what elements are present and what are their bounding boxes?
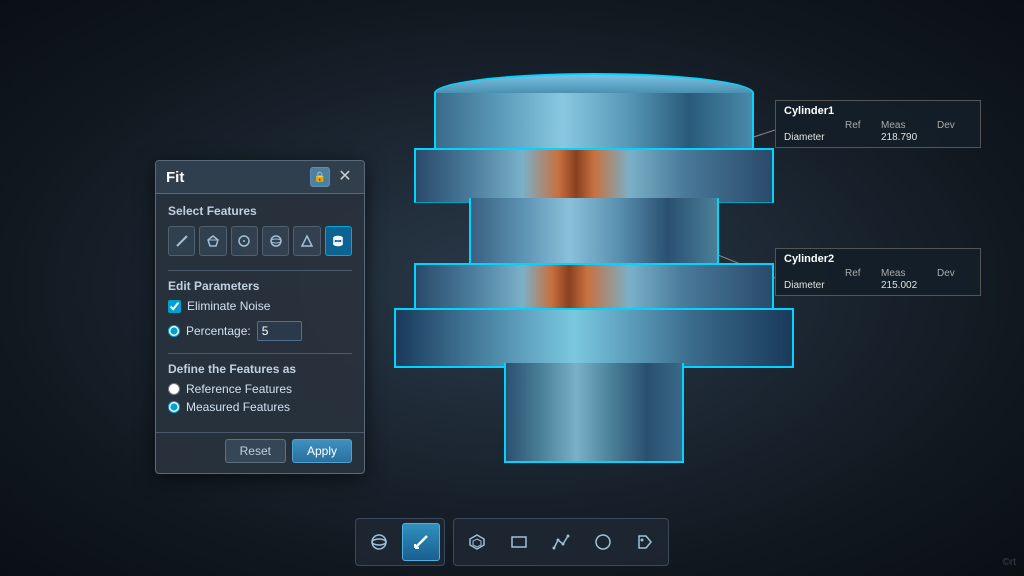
percentage-radio[interactable] [168,325,180,337]
reference-features-radio[interactable] [168,383,180,395]
3d-object [384,73,804,503]
separator1 [168,270,352,271]
bottom-toolbar [355,518,669,566]
rect-tool-btn[interactable] [500,523,538,561]
meas-value2: 215.002 [881,280,936,291]
feature-icons-row [168,226,352,256]
ref-header: Ref [845,120,880,131]
plane-feature-btn[interactable] [199,226,226,256]
toolbar-group-1 [355,518,445,566]
line-feature-btn[interactable] [168,226,195,256]
dev-header: Dev [937,120,972,131]
meas-value: 218.790 [881,132,936,143]
panel-body: Select Features Edit Parameters [156,194,364,432]
ref-header2: Ref [845,268,880,279]
annotation-cylinder1-title: Cylinder1 [784,105,972,117]
meas-header2: Meas [881,268,936,279]
ref-value2 [845,280,880,291]
cylinder-mid-flange2 [414,263,774,313]
reference-features-label: Reference Features [186,382,292,396]
dev-value [937,132,972,143]
cylinder-mid-body [469,198,719,268]
toolbar-group-2 [453,518,669,566]
annotation-cylinder2-title: Cylinder2 [784,253,972,265]
cylinder-feature-btn[interactable] [325,226,352,256]
ref-value [845,132,880,143]
cylinder-mid-flange [414,148,774,203]
lock-button[interactable]: 🔒 [310,167,330,187]
percentage-row: Percentage: [168,321,352,341]
measure-btn[interactable] [402,523,440,561]
select-features-label: Select Features [168,204,352,218]
panel-title: Fit [166,169,184,186]
percentage-label: Percentage: [186,324,251,338]
annotation-cylinder1: Cylinder1 Ref Meas Dev Diameter 218.790 [775,100,981,148]
circle-feature-btn[interactable] [231,226,258,256]
cylinder-bot-body [504,363,684,463]
edit-params-label: Edit Parameters [168,279,352,293]
panel-footer: Reset Apply [156,432,364,473]
layers-btn[interactable] [360,523,398,561]
col-empty2 [784,268,844,279]
measured-features-radio[interactable] [168,401,180,413]
dev-value2 [937,280,972,291]
diameter-label: Diameter [784,132,844,143]
close-button[interactable]: ✕ [336,168,354,186]
diameter-label2: Diameter [784,280,844,291]
measured-features-row: Measured Features [168,400,352,414]
cylinder-bot-flange [394,308,794,368]
define-features-label: Define the Features as [168,362,352,376]
define-features-radio-group: Reference Features Measured Features [168,382,352,414]
reference-features-row: Reference Features [168,382,352,396]
percentage-input[interactable] [257,321,302,341]
apply-button[interactable]: Apply [292,439,352,463]
cylinder-top-body [434,93,754,153]
reset-button[interactable]: Reset [225,439,286,463]
stack-tool-btn[interactable] [458,523,496,561]
annotation-cylinder1-table: Ref Meas Dev Diameter 218.790 [784,120,972,143]
dev-header2: Dev [937,268,972,279]
watermark: ©rt [1003,557,1016,568]
meas-header: Meas [881,120,936,131]
cone-feature-btn[interactable] [293,226,320,256]
annotation-cylinder2: Cylinder2 Ref Meas Dev Diameter 215.002 [775,248,981,296]
eliminate-noise-checkbox[interactable] [168,300,181,313]
eliminate-noise-row: Eliminate Noise [168,299,352,313]
circle-tool-btn[interactable] [584,523,622,561]
tag-tool-btn[interactable] [626,523,664,561]
polyline-tool-btn[interactable] [542,523,580,561]
panel-header-actions: 🔒 ✕ [310,167,354,187]
col-empty [784,120,844,131]
annotation-cylinder2-table: Ref Meas Dev Diameter 215.002 [784,268,972,291]
eliminate-noise-label: Eliminate Noise [187,299,270,313]
measured-features-label: Measured Features [186,400,290,414]
panel-header: Fit 🔒 ✕ [156,161,364,194]
separator2 [168,353,352,354]
sphere-feature-btn[interactable] [262,226,289,256]
fit-panel: Fit 🔒 ✕ Select Features [155,160,365,474]
